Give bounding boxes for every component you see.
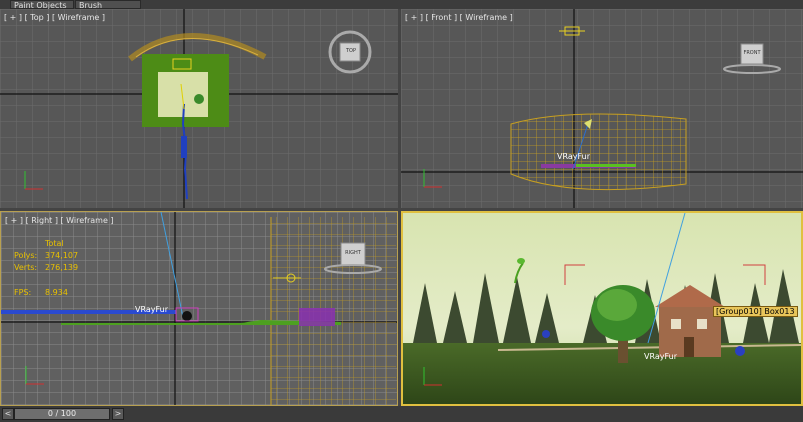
viewport-front[interactable]: [ + ] [ Front ] [ Wireframe ] FRONT VRay… [401,9,803,208]
time-slider[interactable]: 0 / 100 [14,408,110,420]
viewport-front-label[interactable]: [ + ] [ Front ] [ Wireframe ] [405,13,513,22]
viewport-right[interactable]: [ + ] [ Right ] [ Wireframe ] RIGHT VRay… [0,211,398,406]
viewport-top-label[interactable]: [ + ] [ Top ] [ Wireframe ] [4,13,105,22]
top-viewport-canvas [0,9,398,208]
next-frame-button[interactable]: > [112,408,124,420]
time-slider-bar: < 0 / 100 > [0,406,803,422]
viewcube-right-label[interactable]: RIGHT [341,250,365,256]
object-tooltip: [Group010] Box013 [713,306,798,317]
stats-total-label: Total [45,239,64,248]
stats-polys-label: Polys: [14,251,38,260]
right-vrayfur-label: VRayFur [135,305,169,314]
command-tabs: Paint Objects Brush Settings [0,0,803,19]
front-viewport-canvas [401,9,803,208]
stats-verts-label: Verts: [14,263,38,272]
viewcube-top-label[interactable]: TOP [341,48,361,54]
tab-brush-settings[interactable]: Brush Settings [75,0,141,19]
stats-verts-value: 276,139 [45,263,79,272]
stats-fps-value: 8.934 [45,288,68,297]
tab-paint-objects[interactable]: Paint Objects [10,0,74,10]
viewcube-front-label[interactable]: FRONT [741,50,763,56]
viewport-top[interactable]: [ + ] [ Top ] [ Wireframe ] TOP [0,9,398,208]
front-vrayfur-label: VRayFur [557,152,591,161]
prev-frame-button[interactable]: < [2,408,14,420]
stats-fps-label: FPS: [14,288,32,297]
stats-polys-value: 374,107 [45,251,79,260]
perspective-vrayfur-label: VRayFur [644,352,678,361]
viewport-perspective[interactable]: VRayFur [Group010] Box013 [401,211,803,406]
viewport-right-label[interactable]: [ + ] [ Right ] [ Wireframe ] [5,216,114,225]
